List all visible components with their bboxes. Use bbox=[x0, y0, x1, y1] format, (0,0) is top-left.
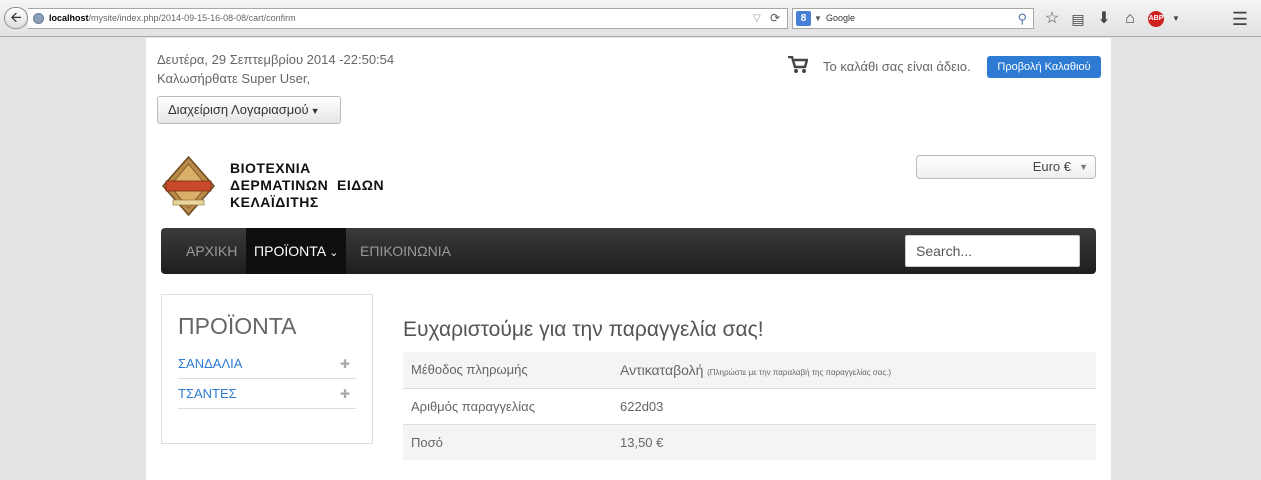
payment-method-name: Αντικαταβολή bbox=[620, 362, 704, 378]
adblock-icon[interactable]: ABP bbox=[1148, 11, 1164, 27]
adblock-dropdown-icon[interactable]: ▼ bbox=[1165, 8, 1187, 30]
url-text: localhost/mysite/index.php/2014-09-15-16… bbox=[49, 13, 296, 23]
welcome-message: Καλωσήρθατε Super User, bbox=[157, 71, 311, 86]
url-history-dropdown-icon[interactable]: ▽ bbox=[753, 9, 761, 28]
sidebar-item-sandals[interactable]: ΣΑΝΔΑΛΙΑ ✚ bbox=[178, 349, 356, 379]
order-number-value: 622d03 bbox=[620, 399, 664, 414]
main-navbar: ΑΡΧΙΚΗ ΠΡΟΪΟΝΤΑ ⌄ ΕΠΙΚΟΙΝΩΝΙΑ Search... bbox=[161, 228, 1096, 274]
amount-label: Ποσό bbox=[411, 435, 443, 450]
company-name-logo[interactable]: ΒΙΟΤΕΧΝΙΑ ΔΕΡΜΑΤΙΝΩΝ ΕΙΔΩΝ ΚΕΛΑΪΔΙΤΗΣ bbox=[230, 160, 384, 211]
menu-hamburger-icon[interactable]: ☰ bbox=[1229, 8, 1251, 30]
date-time: Δευτέρα, 29 Σεπτεμβρίου 2014 -22:50:54 bbox=[157, 52, 395, 67]
browser-toolbar: 🡨 localhost/mysite/index.php/2014-09-15-… bbox=[0, 0, 1261, 37]
caret-down-icon: ▼ bbox=[1079, 162, 1088, 172]
caret-down-icon: ▼ bbox=[310, 106, 320, 116]
shopping-cart-icon bbox=[788, 56, 808, 73]
sidebar-item-label: ΣΑΝΔΑΛΙΑ bbox=[178, 356, 243, 371]
expand-plus-icon[interactable]: ✚ bbox=[340, 379, 350, 409]
table-row: Αριθμός παραγγελίας 622d03 bbox=[403, 388, 1096, 424]
payment-method-note: (Πληρώστε με την παραλαβή της παραγγελία… bbox=[707, 368, 892, 377]
back-arrow-icon[interactable]: 🡨 bbox=[4, 7, 28, 29]
order-number-label: Αριθμός παραγγελίας bbox=[411, 399, 535, 414]
search-input[interactable]: Search... bbox=[905, 235, 1080, 267]
url-bar[interactable]: localhost/mysite/index.php/2014-09-15-16… bbox=[28, 8, 788, 29]
search-engine-bar[interactable]: 8 ▼ Google ⚲ bbox=[792, 8, 1034, 29]
table-row: Μέθοδος πληρωμής Αντικαταβολή (Πληρώστε … bbox=[403, 352, 1096, 388]
currency-selected-value: Euro € bbox=[1032, 159, 1071, 174]
payment-method-value: Αντικαταβολή (Πληρώστε με την παραλαβή τ… bbox=[620, 352, 891, 391]
search-engine-icon[interactable]: 8 bbox=[796, 11, 811, 26]
reload-icon[interactable]: ⟳ bbox=[770, 9, 780, 28]
nav-item-products-label: ΠΡΟΪΟΝΤΑ bbox=[254, 243, 326, 259]
table-row: Ποσό 13,50 € bbox=[403, 424, 1096, 460]
site-identity-icon[interactable] bbox=[33, 13, 44, 24]
account-button-label: Διαχείριση Λογαριασμού bbox=[168, 102, 309, 117]
logo-line-1: ΒΙΟΤΕΧΝΙΑ bbox=[230, 160, 311, 176]
sidebar-title: ΠΡΟΪΟΝΤΑ bbox=[178, 313, 297, 339]
products-sidebar: ΠΡΟΪΟΝΤΑ ΣΑΝΔΑΛΙΑ ✚ ΤΣΑΝΤΕΣ ✚ bbox=[161, 294, 373, 444]
page-container: Δευτέρα, 29 Σεπτεμβρίου 2014 -22:50:54 Κ… bbox=[146, 38, 1111, 480]
chevron-down-icon: ⌄ bbox=[329, 247, 339, 259]
nav-item-products[interactable]: ΠΡΟΪΟΝΤΑ ⌄ bbox=[246, 228, 347, 274]
home-icon[interactable]: ⌂ bbox=[1119, 8, 1141, 30]
nav-item-contact[interactable]: ΕΠΙΚΟΙΝΩΝΙΑ bbox=[360, 228, 451, 274]
logo-line-3: ΚΕΛΑΪΔΙΤΗΣ bbox=[230, 194, 319, 210]
cart-status: Το καλάθι σας είναι άδειο. bbox=[823, 59, 971, 74]
currency-select[interactable]: Euro € ▼ bbox=[916, 155, 1096, 179]
bookmark-star-icon[interactable]: ☆ bbox=[1041, 8, 1063, 30]
logo-line-2: ΔΕΡΜΑΤΙΝΩΝ ΕΙΔΩΝ bbox=[230, 177, 385, 193]
downloads-arrow-icon[interactable]: ⬇ bbox=[1093, 8, 1115, 30]
bookmarks-list-icon[interactable]: ▤ bbox=[1067, 8, 1089, 30]
account-management-button[interactable]: Διαχείριση Λογαριασμού ▼ bbox=[157, 96, 341, 124]
magnifier-icon[interactable]: ⚲ bbox=[1017, 9, 1027, 28]
expand-plus-icon[interactable]: ✚ bbox=[340, 349, 350, 379]
engine-dropdown-icon[interactable]: ▼ bbox=[814, 9, 822, 28]
payment-method-label: Μέθοδος πληρωμής bbox=[411, 362, 528, 377]
search-engine-name: Google bbox=[826, 13, 856, 23]
sidebar-item-bags[interactable]: ΤΣΑΝΤΕΣ ✚ bbox=[178, 379, 356, 409]
view-cart-button[interactable]: Προβολή Καλαθιού bbox=[987, 56, 1101, 78]
nav-item-home[interactable]: ΑΡΧΙΚΗ bbox=[186, 228, 237, 274]
amount-value: 13,50 € bbox=[620, 435, 664, 450]
company-emblem-logo[interactable] bbox=[161, 155, 216, 217]
page-title: Ευχαριστούμε για την παραγγελία σας! bbox=[403, 318, 764, 341]
sidebar-item-label: ΤΣΑΝΤΕΣ bbox=[178, 386, 237, 401]
